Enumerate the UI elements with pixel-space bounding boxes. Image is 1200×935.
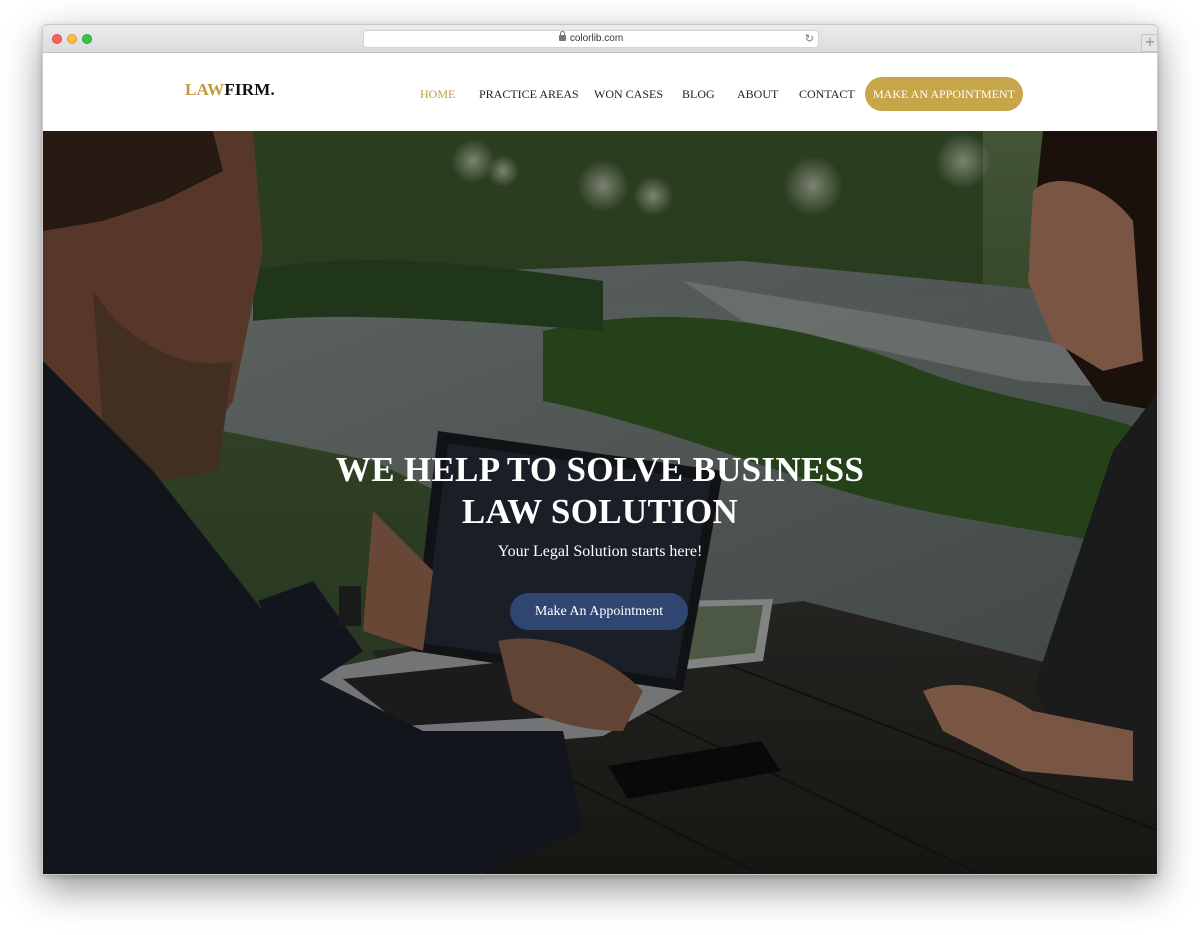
nav-item-home[interactable]: HOME [420, 87, 455, 102]
make-appointment-nav-button[interactable]: MAKE AN APPOINTMENT [865, 77, 1023, 111]
new-tab-button[interactable]: + [1141, 34, 1157, 52]
lock-icon [558, 31, 566, 41]
browser-toolbar: colorlib.com ↻ [43, 25, 1157, 53]
make-appointment-hero-button[interactable]: Make An Appointment [510, 593, 688, 630]
hero-title: WE HELP TO SOLVE BUSINESS LAW SOLUTION [43, 449, 1157, 533]
hero-title-line-1: WE HELP TO SOLVE BUSINESS [335, 450, 865, 489]
browser-window: colorlib.com ↻ + LAWFIRM. HOME PRACTICE … [42, 24, 1158, 875]
zoom-window-button[interactable] [82, 34, 92, 44]
close-window-button[interactable] [52, 34, 62, 44]
reload-icon[interactable]: ↻ [805, 32, 814, 46]
nav-item-blog[interactable]: BLOG [682, 87, 715, 102]
address-bar[interactable]: colorlib.com ↻ [363, 30, 819, 48]
nav-item-contact[interactable]: CONTACT [799, 87, 855, 102]
hero-section: WE HELP TO SOLVE BUSINESS LAW SOLUTION Y… [43, 131, 1157, 874]
site-header: LAWFIRM. HOME PRACTICE AREAS WON CASES B… [43, 53, 1157, 131]
hero-subtitle: Your Legal Solution starts here! [497, 543, 703, 560]
hero-title-line-2: LAW SOLUTION [461, 492, 739, 531]
main-nav: HOME PRACTICE AREAS WON CASES BLOG ABOUT… [43, 53, 1157, 131]
nav-item-about[interactable]: ABOUT [737, 87, 778, 102]
minimize-window-button[interactable] [67, 34, 77, 44]
address-url: colorlib.com [569, 33, 624, 44]
nav-item-won-cases[interactable]: WON CASES [594, 87, 663, 102]
nav-item-practice-areas[interactable]: PRACTICE AREAS [479, 87, 579, 102]
